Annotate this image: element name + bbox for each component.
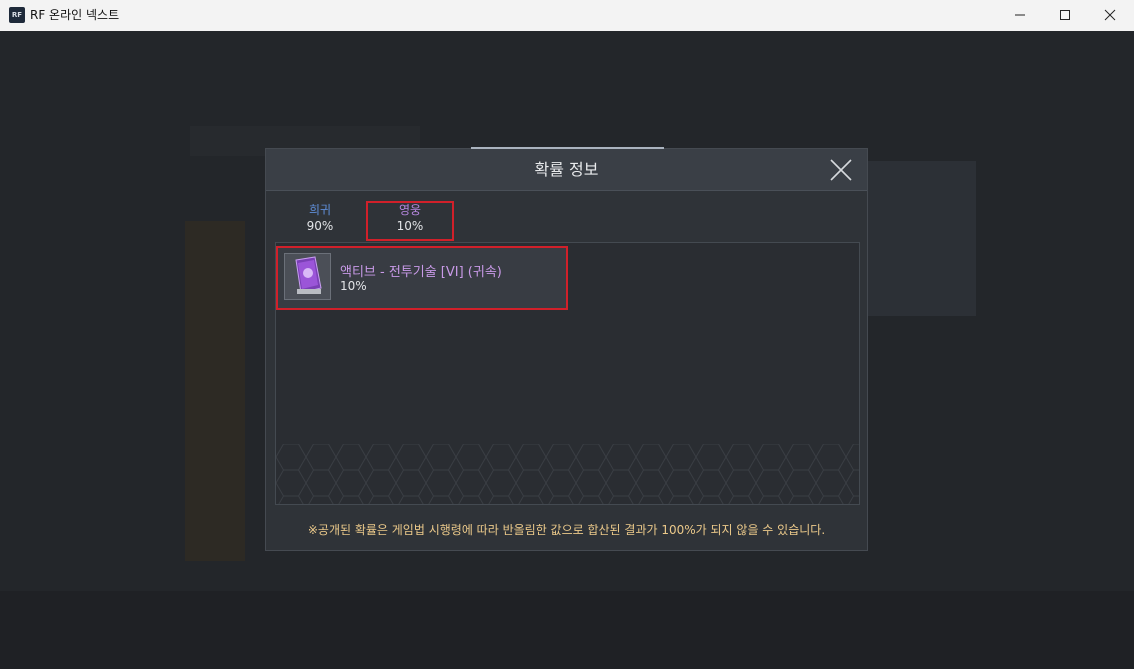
maximize-icon <box>1060 10 1070 20</box>
window-titlebar: RF RF 온라인 넥스트 <box>0 0 1134 32</box>
close-window-button[interactable] <box>1087 0 1133 31</box>
skill-book-icon-graphic <box>285 254 330 299</box>
popup-title: 확률 정보 <box>534 160 599 179</box>
app-icon: RF <box>9 7 25 23</box>
tab-hero-value: 10% <box>396 219 424 233</box>
minimize-button[interactable] <box>997 0 1043 31</box>
background-panel <box>185 221 245 561</box>
popup-header: 확률 정보 <box>266 149 867 191</box>
item-name: 액티브 - 전투기술 [VI] (귀속) <box>340 265 502 280</box>
hex-pattern <box>276 444 859 504</box>
tab-hero[interactable]: 영웅 10% <box>366 201 454 241</box>
minimize-icon <box>1015 14 1025 16</box>
item-probability: 10% <box>340 279 367 293</box>
tab-rare-value: 90% <box>306 219 334 233</box>
maximize-button[interactable] <box>1042 0 1088 31</box>
tab-rare-label: 희귀 <box>308 203 332 217</box>
skill-book-icon <box>284 253 331 300</box>
tab-rare[interactable]: 희귀 90% <box>276 201 364 241</box>
probability-info-popup: 확률 정보 희귀 90% 영웅 10% 액티브 - 전투기술 [VI] (귀속)… <box>265 147 868 551</box>
tab-hero-label: 영웅 <box>398 203 422 217</box>
background-panel <box>0 591 1134 669</box>
notice-text: ※공개된 확률은 게임법 시행령에 따라 반올림한 값으로 합산된 결과가 10… <box>307 523 826 537</box>
close-popup-icon[interactable] <box>828 157 854 183</box>
window-title: RF 온라인 넥스트 <box>30 8 120 22</box>
background-panel <box>868 161 976 316</box>
list-item[interactable]: 액티브 - 전투기술 [VI] (귀속) 10% <box>276 246 568 310</box>
close-icon <box>1104 9 1116 21</box>
